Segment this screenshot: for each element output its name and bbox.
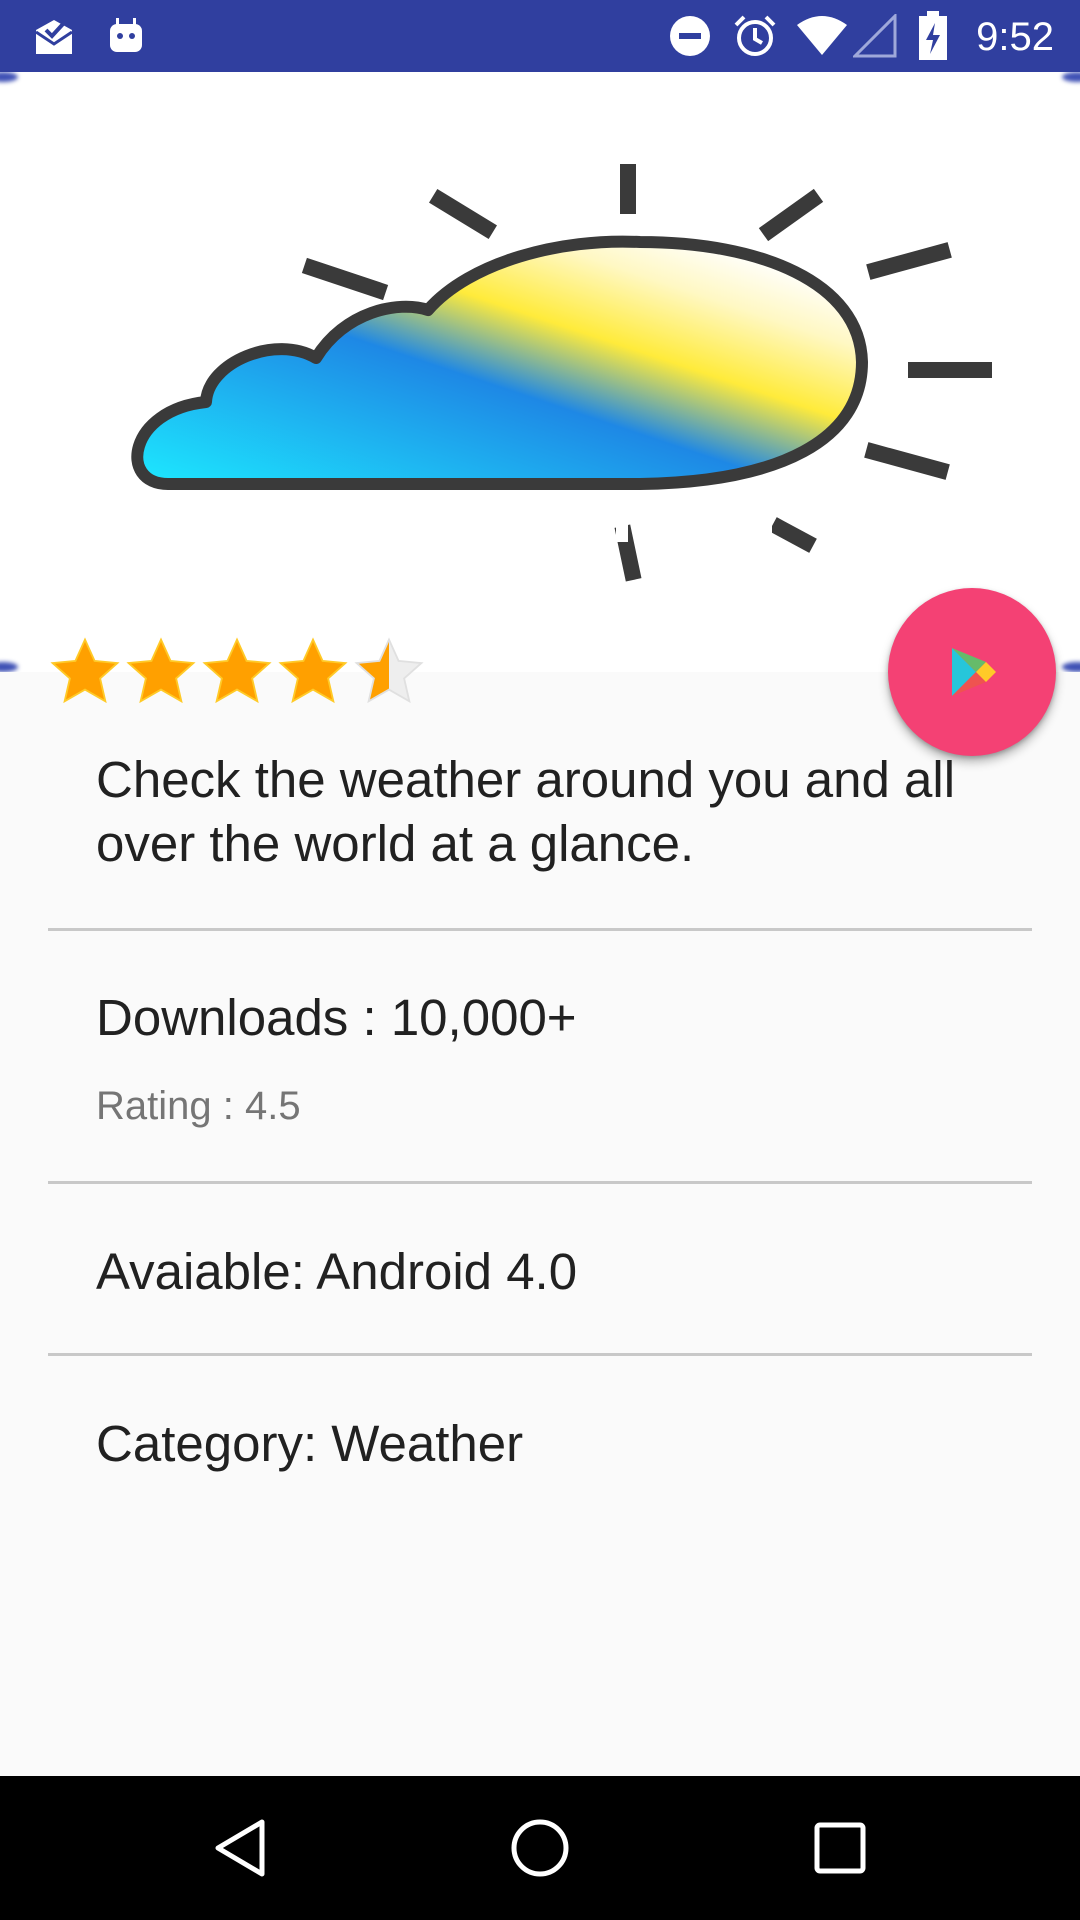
signal-icon <box>852 0 898 72</box>
play-store-icon <box>952 648 996 696</box>
divider <box>48 1353 1032 1356</box>
rating-text: Rating : 4.5 <box>96 1084 301 1128</box>
mail-check-icon <box>30 0 78 72</box>
recents-button[interactable] <box>760 1776 920 1920</box>
back-icon <box>215 1819 265 1877</box>
star-half-icon <box>354 637 424 704</box>
category-text: Category: Weather <box>96 1415 524 1472</box>
star-full-icon <box>126 637 196 704</box>
battery-charging-icon <box>916 0 950 72</box>
divider <box>48 928 1032 931</box>
star-full-icon <box>202 637 272 704</box>
status-bar: 9:52 <box>0 0 1080 72</box>
android-icon <box>104 0 148 72</box>
downloads-text: Downloads : 10,000+ <box>96 989 577 1046</box>
divider <box>48 1181 1032 1184</box>
back-button[interactable] <box>160 1776 320 1920</box>
weather-cloud-sun-icon <box>131 164 992 582</box>
rating-stars <box>48 632 428 712</box>
app-header-image <box>0 72 1080 672</box>
star-full-icon <box>50 637 120 704</box>
star-full-icon <box>278 637 348 704</box>
status-time: 9:52 <box>976 15 1054 59</box>
home-button[interactable] <box>460 1776 620 1920</box>
wifi-icon <box>794 0 850 72</box>
home-icon <box>511 1819 569 1877</box>
navigation-bar <box>0 1776 1080 1920</box>
play-store-fab[interactable] <box>888 588 1056 756</box>
app-detail-screen: 9:52 Check the weather around you and al… <box>0 0 1080 1920</box>
app-description: Check the weather around you and all ove… <box>96 751 956 872</box>
available-text: Avaiable: Android 4.0 <box>96 1243 578 1300</box>
alarm-icon <box>730 0 780 72</box>
recents-icon <box>814 1822 866 1874</box>
do-not-disturb-icon <box>666 0 714 72</box>
